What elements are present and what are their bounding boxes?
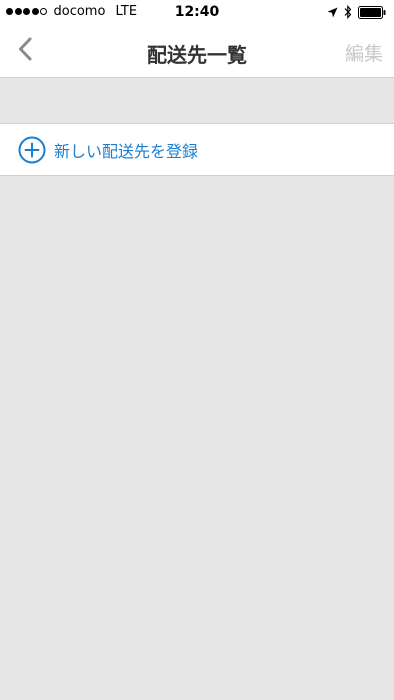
signal-dot [31, 8, 39, 15]
status-left: docomo LTE [6, 4, 137, 19]
signal-dot [14, 8, 22, 15]
section-spacer [0, 79, 394, 123]
bluetooth-icon [344, 5, 352, 19]
back-button[interactable] [10, 36, 40, 66]
add-address-button[interactable]: 新しい配送先を登録 [0, 123, 394, 176]
navigation-bar: 配送先一覧 編集 [0, 24, 394, 78]
screen: docomo LTE 12:40 配送先一覧 編集 新しい配送先を登録 [0, 0, 394, 700]
location-arrow-icon [327, 7, 338, 18]
status-bar: docomo LTE 12:40 [0, 0, 394, 24]
add-address-label: 新しい配送先を登録 [54, 141, 199, 161]
signal-dot-empty [40, 8, 47, 15]
page-title: 配送先一覧 [147, 43, 247, 67]
network-type: LTE [115, 4, 138, 19]
edit-button[interactable]: 編集 [345, 39, 383, 66]
signal-dot [6, 8, 13, 15]
plus-circle-icon [18, 136, 46, 164]
signal-dot [23, 8, 30, 15]
battery-icon [358, 5, 386, 19]
signal-strength-icon [6, 8, 49, 15]
carrier-name: docomo [53, 4, 106, 19]
status-right [327, 5, 386, 19]
chevron-left-icon [18, 37, 32, 65]
